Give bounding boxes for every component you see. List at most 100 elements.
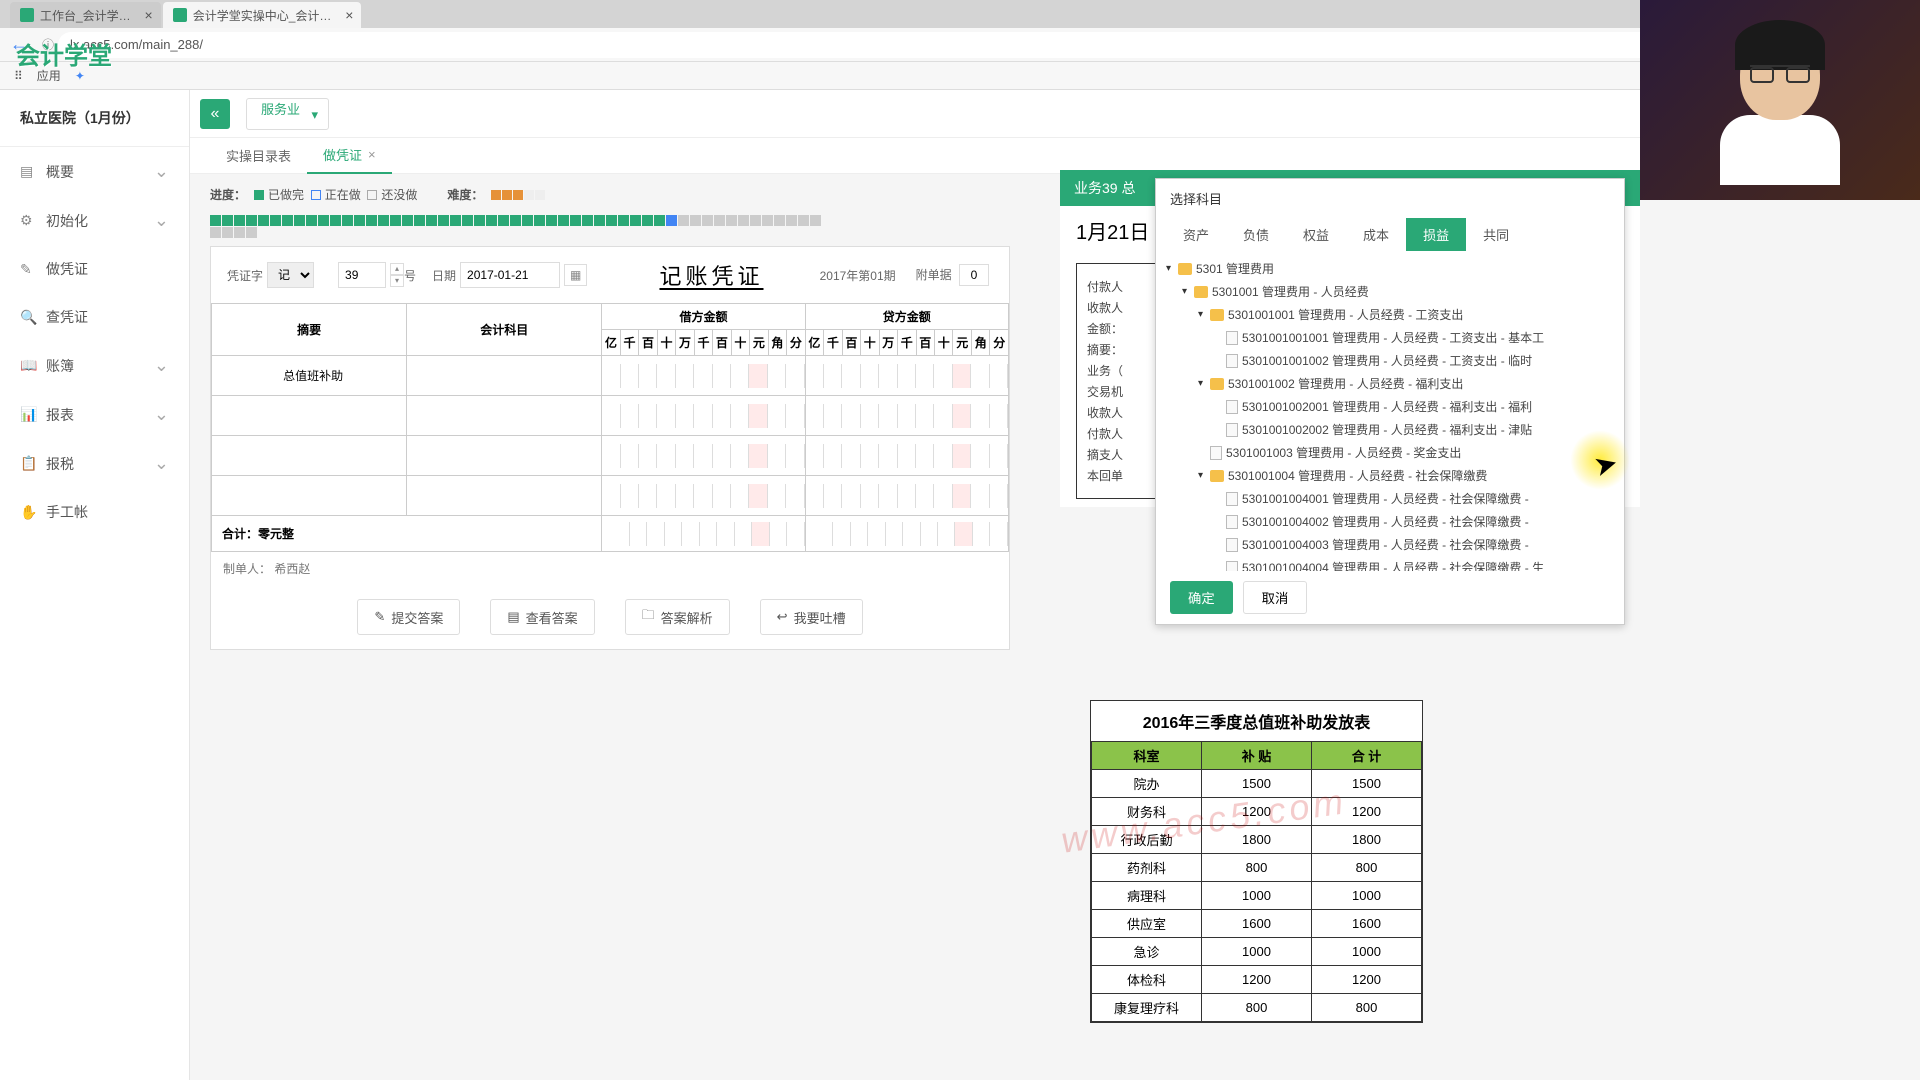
pencil-icon: ✎ <box>374 609 385 625</box>
expand-icon[interactable]: ▾ <box>1182 286 1194 297</box>
summary-cell[interactable] <box>212 476 407 516</box>
tab-cost[interactable]: 成本 <box>1346 218 1406 251</box>
tree-item[interactable]: 5301001002001 管理费用 - 人员经费 - 福利支出 - 福利 <box>1166 395 1614 418</box>
confirm-button[interactable]: 确定 <box>1170 581 1233 614</box>
tab-voucher[interactable]: 做凭证× <box>307 138 392 174</box>
attach-count-input[interactable] <box>959 264 989 286</box>
browser-tab-1[interactable]: 工作台_会计学… × <box>10 2 161 28</box>
summary-cell[interactable] <box>212 436 407 476</box>
hand-icon: ✋ <box>20 504 36 521</box>
webcam-overlay <box>1640 0 1920 200</box>
tree-item[interactable]: 5301001001001 管理费用 - 人员经费 - 工资支出 - 基本工 <box>1166 326 1614 349</box>
tree-item[interactable]: 5301001004004 管理费用 - 人员经费 - 社会保障缴费 - 生 <box>1166 556 1614 571</box>
voucher-type-select[interactable]: 记 <box>267 262 314 288</box>
tree-item[interactable]: 5301001004003 管理费用 - 人员经费 - 社会保障缴费 - <box>1166 533 1614 556</box>
main-content: « 服务业 希西赵 (SVIP 实操目录表 做凭证× 进度： 已做完 正在做 还… <box>190 90 1920 1080</box>
browser-tab-2[interactable]: 会计学堂实操中心_会计… × <box>163 2 362 28</box>
analyze-button[interactable]: 🗀答案解析 <box>625 599 730 635</box>
tree-item[interactable]: 5301001001002 管理费用 - 人员经费 - 工资支出 - 临时 <box>1166 349 1614 372</box>
table-row: 供应室16001600 <box>1092 910 1422 938</box>
col-account: 会计科目 <box>407 304 602 356</box>
tree-item[interactable]: 5301001002002 管理费用 - 人员经费 - 福利支出 - 津贴 <box>1166 418 1614 441</box>
tree-item[interactable]: 5301001004002 管理费用 - 人员经费 - 社会保障缴费 - <box>1166 510 1614 533</box>
spin-up[interactable]: ▴ <box>390 263 404 275</box>
tab-liability[interactable]: 负债 <box>1226 218 1286 251</box>
sidebar-label: 手工帐 <box>46 502 88 522</box>
reply-icon: ↩ <box>777 609 788 625</box>
attach-label: 附单据 <box>916 268 952 282</box>
tree-label: 5301001 管理费用 - 人员经费 <box>1212 283 1369 300</box>
account-tree[interactable]: ▾5301 管理费用▾5301001 管理费用 - 人员经费▾530100100… <box>1156 251 1624 571</box>
service-dropdown[interactable]: 服务业 <box>246 98 329 130</box>
expand-icon[interactable]: ▾ <box>1198 378 1210 389</box>
sidebar-item-tax[interactable]: 📋报税⌄ <box>0 439 189 488</box>
maker-name: 希西赵 <box>274 562 310 576</box>
doc-icon <box>1226 538 1238 552</box>
account-cell[interactable] <box>407 436 602 476</box>
date-label: 日期 <box>432 267 456 284</box>
tab-common[interactable]: 共同 <box>1466 218 1526 251</box>
legend-doing-icon <box>311 190 321 200</box>
close-icon[interactable]: × <box>368 147 376 162</box>
complain-button[interactable]: ↩我要吐槽 <box>760 599 863 635</box>
tree-item[interactable]: ▾ 5301001 管理费用 - 人员经费 <box>1166 280 1614 303</box>
credit-cell[interactable] <box>805 356 1008 396</box>
tree-item[interactable]: ▾5301001002 管理费用 - 人员经费 - 福利支出 <box>1166 372 1614 395</box>
cancel-button[interactable]: 取消 <box>1243 581 1308 614</box>
browser-tabs: 工作台_会计学… × 会计学堂实操中心_会计… × <box>0 0 1920 28</box>
tree-label: 5301001001 管理费用 - 人员经费 - 工资支出 <box>1228 306 1463 323</box>
bookmarks-bar: ⠿ 应用 ✦ <box>0 62 1920 90</box>
summary-cell[interactable]: 总值班补助 <box>212 356 407 396</box>
sidebar-item-overview[interactable]: ▤概要⌄ <box>0 147 189 196</box>
sidebar-item-report[interactable]: 📊报表⌄ <box>0 390 189 439</box>
expand-icon[interactable]: ▾ <box>1166 263 1178 274</box>
gear-icon: ⚙ <box>20 212 36 229</box>
table-row: 行政后勤18001800 <box>1092 826 1422 854</box>
spin-down[interactable]: ▾ <box>390 275 404 287</box>
tree-label: 5301001004004 管理费用 - 人员经费 - 社会保障缴费 - 生 <box>1242 559 1544 571</box>
tab-label: 实操目录表 <box>226 146 291 165</box>
sidebar-item-init[interactable]: ⚙初始化⌄ <box>0 196 189 245</box>
expand-icon[interactable]: ▾ <box>1198 470 1210 481</box>
calendar-icon[interactable]: ▦ <box>564 264 587 286</box>
tree-item[interactable]: ▾5301001004 管理费用 - 人员经费 - 社会保障缴费 <box>1166 464 1614 487</box>
close-icon[interactable]: × <box>145 7 153 23</box>
voucher-period: 2017年第01期 <box>820 267 896 284</box>
sidebar-item-search[interactable]: 🔍查凭证 <box>0 293 189 341</box>
doc-icon <box>1226 515 1238 529</box>
debit-cell[interactable] <box>602 356 805 396</box>
tab-pl[interactable]: 损益 <box>1406 218 1466 251</box>
tree-item[interactable]: ▾5301 管理费用 <box>1166 257 1614 280</box>
collapse-sidebar-button[interactable]: « <box>200 99 230 129</box>
view-answer-button[interactable]: ▤查看答案 <box>490 599 594 635</box>
sidebar-item-manual[interactable]: ✋ 手工帐 <box>0 488 189 536</box>
tab-equity[interactable]: 权益 <box>1286 218 1346 251</box>
voucher-date-input[interactable] <box>460 262 560 288</box>
table-row: 急诊10001000 <box>1092 938 1422 966</box>
sidebar-item-ledger[interactable]: 📖账簿⌄ <box>0 341 189 390</box>
progress-label: 进度： <box>210 186 246 203</box>
account-cell[interactable] <box>407 356 602 396</box>
summary-cell[interactable] <box>212 396 407 436</box>
tab-asset[interactable]: 资产 <box>1166 218 1226 251</box>
url-input[interactable] <box>58 32 1910 58</box>
col-summary: 摘要 <box>212 304 407 356</box>
folder-icon <box>1178 263 1192 275</box>
sidebar-item-voucher[interactable]: ✎做凭证 <box>0 245 189 293</box>
tree-item[interactable]: ▾ 5301001001 管理费用 - 人员经费 - 工资支出 <box>1166 303 1614 326</box>
voucher-number-input[interactable] <box>338 262 386 288</box>
submit-button[interactable]: ✎提交答案 <box>357 599 460 635</box>
sidebar-label: 做凭证 <box>46 259 88 279</box>
tab-directory[interactable]: 实操目录表 <box>210 138 307 174</box>
tree-label: 5301001003 管理费用 - 人员经费 - 奖金支出 <box>1226 444 1461 461</box>
tree-item[interactable]: 5301001003 管理费用 - 人员经费 - 奖金支出 <box>1166 441 1614 464</box>
account-cell[interactable] <box>407 396 602 436</box>
chevron-down-icon: ⌄ <box>154 355 169 376</box>
task-title: 业务39 总 <box>1074 178 1135 198</box>
close-icon[interactable]: × <box>345 7 353 23</box>
account-select-popup: 选择科目 资产 负债 权益 成本 损益 共同 ▾5301 管理费用▾530100… <box>1155 178 1625 625</box>
tree-item[interactable]: 5301001004001 管理费用 - 人员经费 - 社会保障缴费 - <box>1166 487 1614 510</box>
folder-icon: 🗀 <box>642 606 655 628</box>
expand-icon[interactable]: ▾ <box>1198 309 1210 320</box>
account-cell[interactable] <box>407 476 602 516</box>
